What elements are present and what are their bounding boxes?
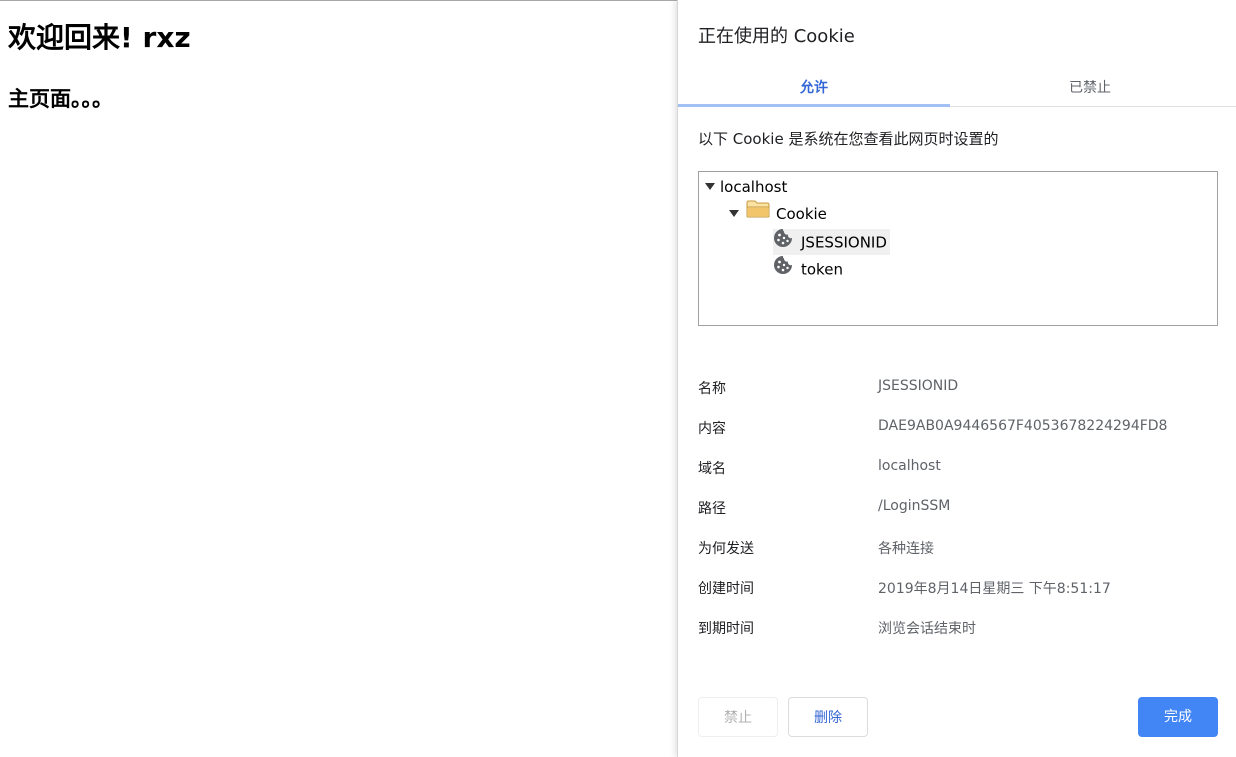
tab-blocked[interactable]: 已禁止	[954, 70, 1226, 106]
folder-icon	[746, 200, 770, 226]
tree-node-cookie-label: token	[801, 260, 843, 279]
detail-label: 路径	[698, 501, 726, 517]
done-button[interactable]: 完成	[1138, 697, 1218, 737]
cookie-details: 名称 JSESSIONID 内容 DAE9AB0A9446567F4053678…	[698, 368, 1218, 648]
page-heading: 欢迎回来! rxz	[8, 21, 191, 54]
detail-row-expires: 到期时间 浏览会话结束时	[698, 608, 1218, 648]
detail-label: 创建时间	[698, 581, 754, 597]
detail-label: 到期时间	[698, 621, 754, 637]
dialog-description: 以下 Cookie 是系统在您查看此网页时设置的	[698, 130, 999, 148]
tree-node-host-label: localhost	[720, 178, 788, 196]
detail-row-created: 创建时间 2019年8月14日星期三 下午8:51:17	[698, 568, 1218, 608]
cookie-tree: localhost Cookie JSESSIONID token	[698, 171, 1218, 326]
detail-value: /LoginSSM	[878, 498, 951, 514]
detail-row-content: 内容 DAE9AB0A9446567F4053678224294FD8	[698, 408, 1218, 448]
delete-button[interactable]: 删除	[788, 697, 868, 737]
cookie-icon	[773, 255, 793, 283]
tab-bar: 允许 已禁止	[678, 70, 1236, 107]
detail-label: 名称	[698, 381, 726, 397]
block-button[interactable]: 禁止	[698, 697, 778, 737]
web-page: 欢迎回来! rxz 主页面。。。	[0, 0, 678, 757]
dialog-title: 正在使用的 Cookie	[698, 26, 855, 47]
tree-node-folder[interactable]: Cookie	[729, 200, 827, 227]
triangle-down-icon[interactable]	[705, 183, 715, 190]
detail-label: 为何发送	[698, 541, 754, 557]
detail-value: DAE9AB0A9446567F4053678224294FD8	[878, 418, 1168, 434]
detail-row-path: 路径 /LoginSSM	[698, 488, 1218, 528]
detail-label: 域名	[698, 461, 726, 477]
tree-node-cookie-label: JSESSIONID	[801, 233, 887, 252]
tree-node-folder-label: Cookie	[776, 205, 827, 223]
tree-node-cookie-token[interactable]: token	[773, 256, 843, 282]
tree-node-host[interactable]: localhost	[705, 174, 787, 200]
detail-value: JSESSIONID	[878, 378, 959, 394]
triangle-down-icon[interactable]	[729, 210, 739, 217]
tab-allowed[interactable]: 允许	[678, 70, 950, 107]
cookie-icon	[773, 228, 793, 256]
detail-value: 2019年8月14日星期三 下午8:51:17	[878, 581, 1111, 597]
detail-row-domain: 域名 localhost	[698, 448, 1218, 488]
page-subheading: 主页面。。。	[8, 87, 113, 111]
detail-value: 各种连接	[878, 541, 934, 557]
detail-row-name: 名称 JSESSIONID	[698, 368, 1218, 408]
detail-value: 浏览会话结束时	[878, 621, 976, 637]
detail-value: localhost	[878, 458, 941, 474]
detail-row-send-for: 为何发送 各种连接	[698, 528, 1218, 568]
tree-node-cookie-jsessionid[interactable]: JSESSIONID	[773, 229, 890, 255]
cookies-dialog: 正在使用的 Cookie 允许 已禁止 以下 Cookie 是系统在您查看此网页…	[677, 0, 1236, 757]
detail-label: 内容	[698, 421, 726, 437]
